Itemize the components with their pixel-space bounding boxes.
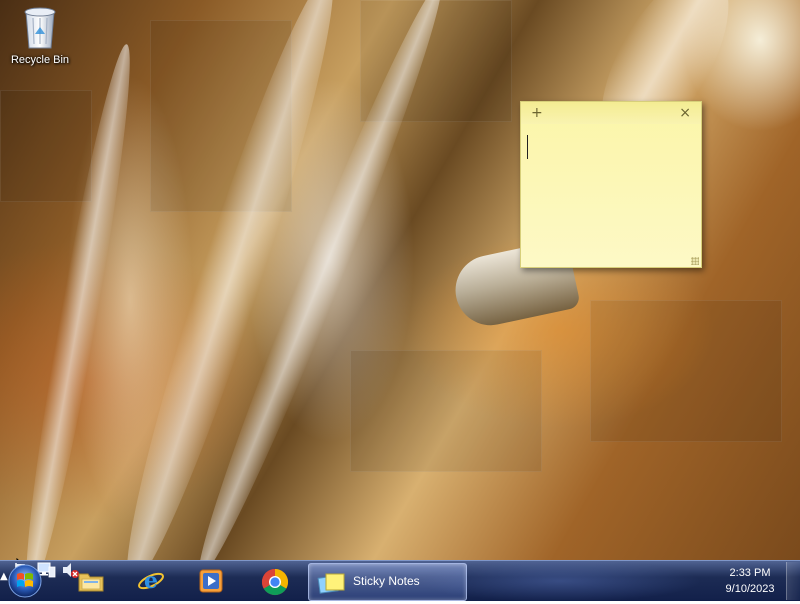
chrome-icon bbox=[261, 568, 289, 596]
clock-time: 2:33 PM bbox=[729, 567, 771, 579]
desktop-background: Recycle Bin + × bbox=[0, 0, 800, 560]
desktop-icon-recycle-bin[interactable]: Recycle Bin bbox=[4, 4, 76, 66]
sticky-note-window[interactable]: + × bbox=[520, 101, 702, 268]
text-caret bbox=[527, 135, 528, 159]
taskbar-sticky-notes-button[interactable]: Sticky Notes bbox=[308, 563, 467, 601]
internet-explorer-icon: e bbox=[138, 568, 164, 594]
taskbar-media-player-button[interactable] bbox=[184, 563, 236, 599]
taskbar-windows-explorer-button[interactable] bbox=[64, 563, 116, 599]
windows-logo-icon bbox=[8, 564, 42, 598]
taskbar-internet-explorer-button[interactable]: e bbox=[124, 563, 176, 599]
delete-note-button[interactable]: × bbox=[679, 105, 691, 121]
recycle-bin-icon bbox=[24, 7, 56, 49]
sticky-note-title-bar[interactable]: + × bbox=[521, 102, 701, 124]
resize-grip[interactable] bbox=[691, 257, 699, 265]
add-note-button[interactable]: + bbox=[531, 105, 543, 121]
svg-text:e: e bbox=[144, 568, 158, 594]
start-button[interactable] bbox=[4, 562, 46, 600]
wallpaper-panel bbox=[590, 300, 782, 442]
wallpaper-panel bbox=[350, 350, 542, 472]
note-text-area[interactable] bbox=[527, 130, 695, 253]
taskbar: e Sticky Notes ▲ 2:33 PM 9/10/2023 bbox=[0, 560, 800, 601]
system-clock[interactable]: 2:33 PM 9/10/2023 bbox=[712, 565, 788, 597]
show-desktop-button[interactable] bbox=[786, 562, 800, 600]
wallpaper-panel bbox=[0, 90, 92, 202]
media-player-icon bbox=[199, 569, 223, 593]
folder-icon bbox=[78, 573, 104, 592]
recycle-bin-label: Recycle Bin bbox=[10, 54, 70, 66]
sticky-notes-task-label: Sticky Notes bbox=[353, 574, 420, 588]
clock-date: 9/10/2023 bbox=[725, 583, 775, 595]
taskbar-chrome-button[interactable] bbox=[248, 563, 300, 599]
sticky-notes-icon bbox=[317, 573, 345, 594]
